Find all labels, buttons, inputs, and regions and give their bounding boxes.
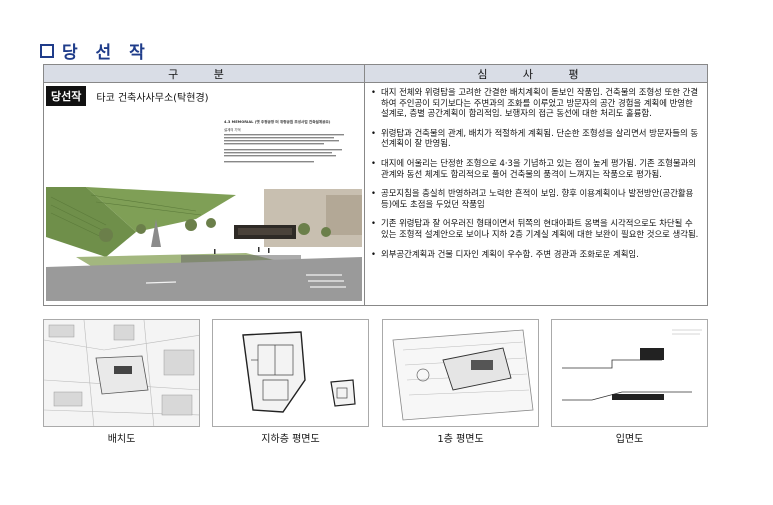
basement-plan-drawing: [212, 319, 369, 427]
evaluation-item: 기존 위령탑과 잘 어우러진 형태이면서 뒤쪽의 현대아파트 옹벽을 시각적으로…: [371, 218, 701, 239]
presentation-board: 4.3 MEMORIAL (옛 주정공장 터 위령공원 조성사업 건축설계공모)…: [46, 107, 362, 301]
evaluation-item: 대지에 어울리는 단정한 조형으로 4·3을 기념하고 있는 점이 높게 평가됨…: [371, 158, 701, 179]
winner-row: 당선작 타코 건축사사무소(탁현경): [46, 86, 209, 106]
section-title-text: 당 선 작: [62, 43, 151, 63]
winner-cell: 당선작 타코 건축사사무소(탁현경) 4.3 MEMORIAL (옛 주정공장 …: [44, 83, 365, 305]
ground-floor-plan-drawing: [382, 319, 539, 427]
board-subheading: 설계의 기억: [224, 127, 241, 132]
evaluation-item: 위령탑과 건축물의 관계, 배치가 적절하게 계획됨. 단순한 조형성을 살리면…: [371, 128, 701, 149]
board-heading: 4.3 MEMORIAL (옛 주정공장 터 위령공원 조성사업 건축설계공모): [224, 119, 331, 124]
drawing-caption: 1층 평면도: [437, 434, 484, 445]
drawing-caption: 배치도: [107, 434, 136, 445]
checkbox-square-icon: [40, 43, 54, 58]
winner-name: 타코 건축사사무소(탁현경): [96, 92, 209, 104]
drawing-caption: 입면도: [615, 434, 644, 445]
section-title: 당 선 작: [40, 38, 151, 63]
elevation-drawing: [551, 319, 708, 427]
evaluation-item: 외부공간계획과 건물 디자인 계획이 우수함. 주변 경관과 조화로운 계획임.: [371, 249, 701, 260]
evaluation-item: 대지 전체와 위령탑을 고려한 간결한 배치계획이 돋보인 작품임. 건축물의 …: [371, 87, 701, 119]
winner-badge: 당선작: [46, 86, 87, 106]
header-category: 구 분: [44, 65, 365, 83]
review-table: 구 분 심 사 평 당선작 타코 건축사사무소(탁현경) 4.3 MEMORIA…: [43, 64, 708, 306]
board-illustration: 4.3 MEMORIAL (옛 주정공장 터 위령공원 조성사업 건축설계공모)…: [46, 107, 362, 301]
site-plan-drawing: [43, 319, 200, 427]
evaluation-item: 공모지침을 충실히 반영하려고 노력한 흔적이 보임. 향후 이용계획이나 발전…: [371, 188, 701, 209]
header-review: 심 사 평: [365, 65, 707, 83]
drawing-caption: 지하층 평면도: [261, 434, 320, 445]
evaluation-list: 대지 전체와 위령탑을 고려한 간결한 배치계획이 돋보인 작품임. 건축물의 …: [371, 87, 701, 268]
review-cell: 대지 전체와 위령탑을 고려한 간결한 배치계획이 돋보인 작품임. 건축물의 …: [365, 83, 707, 305]
